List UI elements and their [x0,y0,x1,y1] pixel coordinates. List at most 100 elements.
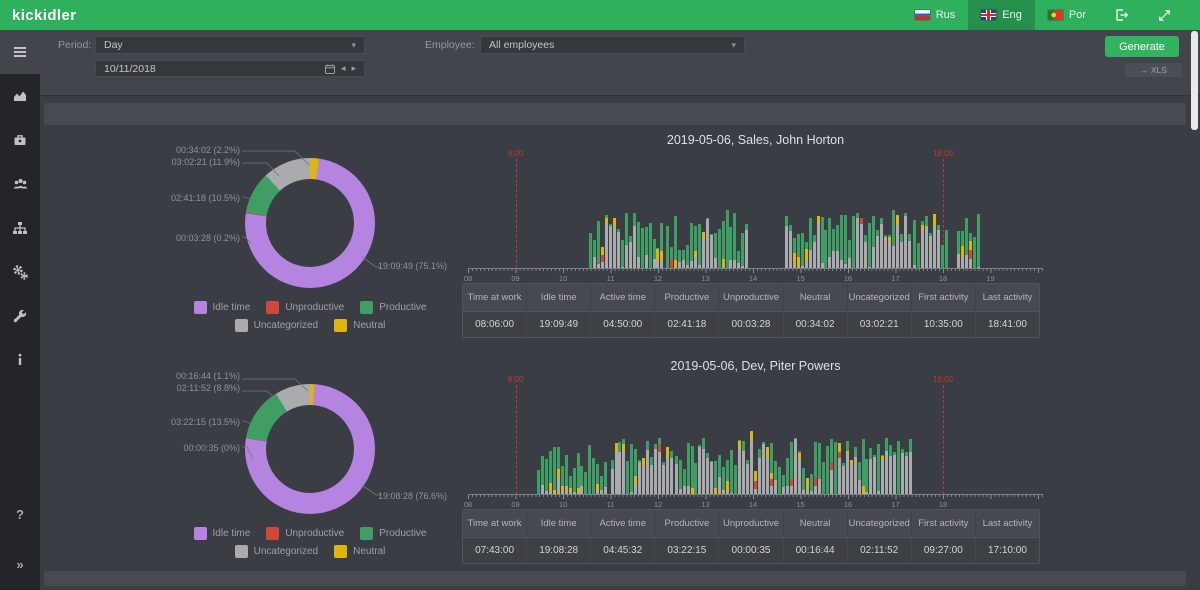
legend-swatch [334,545,348,558]
activity-bar [944,230,948,268]
activity-bar [784,216,788,268]
activity-bar [721,221,725,268]
activity-bar [697,224,701,268]
activity-bar-segment [788,231,792,268]
top-bar-actions: Rus Eng Por [902,0,1186,30]
language-eng-label: Eng [1002,9,1022,21]
sidebar-item-employees[interactable] [0,162,40,206]
sidebar-item-reports[interactable] [0,30,40,74]
activity-bar-segment [737,263,741,268]
activity-bar-segment [841,466,845,494]
activity-bar [626,461,630,494]
x-axis-ticks [468,495,1043,499]
activity-bar-segment [665,458,669,494]
table-header-row: Time at work Idle time Active time Producti… [463,510,1039,537]
period-select[interactable]: Day ▾ [95,36,365,54]
vertical-scrollbar-thumb[interactable] [1191,31,1198,130]
activity-bar [568,476,572,494]
activity-bar-segment [682,469,686,486]
employee-select[interactable]: All employees ▾ [480,36,745,54]
activity-bar-segment [845,454,849,494]
activity-bar [665,447,669,494]
table-header-cell: Last activity [982,292,1033,303]
activity-bar-segment [770,486,774,494]
sidebar-item-charts[interactable] [0,74,40,118]
language-por-button[interactable]: Por [1035,0,1099,30]
sign-out-button[interactable] [1099,0,1143,30]
language-rus-button[interactable]: Rus [902,0,969,30]
next-report-header-bar[interactable] [44,571,1186,586]
activity-bar-segment [877,444,881,491]
activity-bar-segment [796,257,800,268]
activity-bar [544,459,548,494]
legend-label: Unproductive [285,528,345,539]
report-list-icon [14,47,26,57]
date-next-button[interactable]: ▸ [351,63,356,74]
activity-bar-segment [800,266,804,268]
activity-bar-segment [877,491,881,494]
report-piter-powers: 2019-05-06, Dev, Piter Powers 00:16:44 (… [40,351,1200,590]
activity-bar-segment [646,441,650,450]
activity-bar-segment [936,230,940,268]
fullscreen-button[interactable] [1143,0,1186,30]
legend-label: Uncategorized [253,546,319,557]
sidebar-collapse-button[interactable]: » [0,542,40,586]
activity-bar-segment [556,447,560,469]
activity-bar-segment [733,213,737,260]
activity-bar-segment [726,481,730,490]
activity-bar-segment [820,263,824,268]
x-axis-hour-label: 09 [511,274,520,283]
generate-button[interactable]: Generate [1105,36,1179,57]
date-input[interactable]: 10/11/2018 ◂ ▸ [95,60,365,77]
activity-bar-segment [860,224,863,268]
export-xls-button[interactable]: → XLS [1125,63,1182,77]
legend-swatch [234,319,248,332]
activity-bar-segment [965,218,969,255]
activity-bar-segment [813,477,817,486]
activity-bar-segment [853,457,857,494]
table-value-cell: 00:00:35 [719,538,784,563]
sidebar-item-tools[interactable] [0,294,40,338]
activity-bar-segment [630,492,634,494]
activity-bar [638,460,642,494]
activity-bar-segment [572,468,576,492]
activity-bar-segment [786,486,790,494]
activity-bar [717,229,721,268]
legend-label: Productive [379,302,427,313]
activity-bar-segment [868,267,871,268]
table-header-cell: Productive [655,284,720,311]
table-value-cell: 19:09:49 [527,312,592,337]
sidebar-item-info[interactable] [0,338,40,382]
table-value-cell: 17:10:00 [987,545,1027,556]
donut-callout-uncategorized: 03:02:21 (11.9%) [171,157,240,167]
activity-bar [540,456,544,494]
activity-bar-segment [821,462,825,494]
activity-bar-segment [650,457,654,465]
activity-bar [685,245,689,268]
activity-bar-segment [813,442,817,477]
activity-bar-segment [792,261,796,268]
date-prev-button[interactable]: ◂ [341,63,346,74]
x-axis-hour-label: 10 [558,274,568,283]
report-group-header-bar[interactable] [44,103,1186,125]
sidebar-item-violations[interactable] [0,118,40,162]
activity-bar [909,439,912,494]
schedule-boundary-label: 18:00 [932,375,954,384]
activity-bar-segment [616,232,620,268]
sidebar-item-structure[interactable] [0,206,40,250]
activity-bar-segment [856,218,860,268]
table-header-cell: First activity [912,284,976,311]
activity-bar-segment [961,246,965,257]
activity-bar-segment [804,249,808,261]
activity-bar [722,467,726,494]
activity-bar-segment [652,239,656,259]
language-eng-button[interactable]: Eng [968,0,1035,30]
activity-bar-segment [817,479,821,494]
activity-bar [694,463,698,494]
legend-item: Uncategorized [234,319,318,332]
sidebar-item-settings[interactable] [0,250,40,294]
sidebar-help-button[interactable]: ? [0,492,40,536]
legend-item: Unproductive [266,527,344,540]
table-header-cell: Idle time [527,284,592,311]
activity-bar-segment [694,463,698,494]
